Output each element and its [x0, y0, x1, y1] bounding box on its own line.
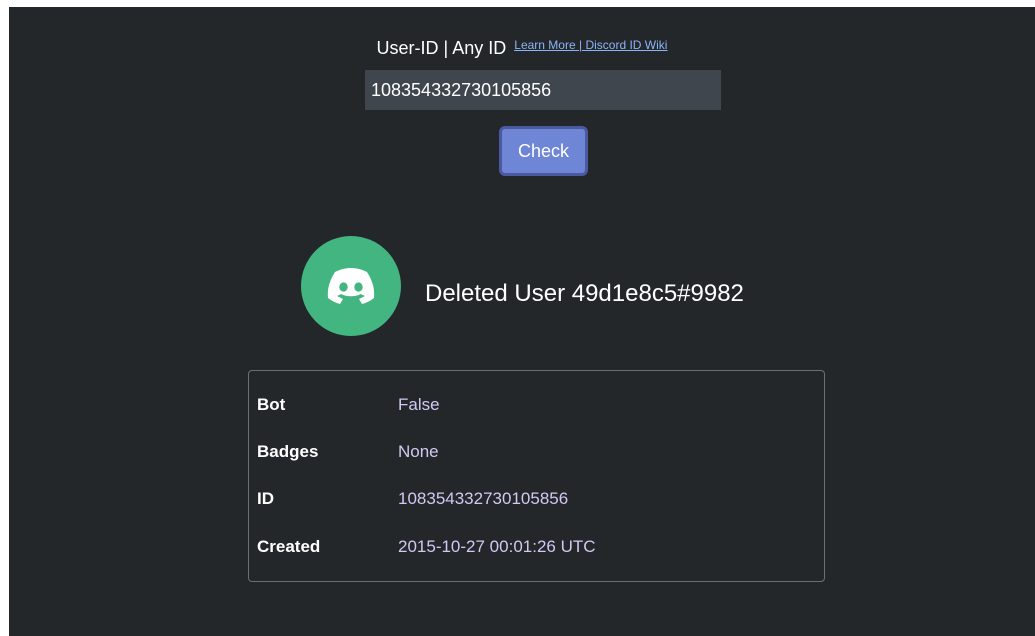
detail-key: Bot — [257, 395, 286, 414]
discord-id-wiki-link[interactable]: Discord ID Wiki — [585, 38, 667, 52]
link-separator: | — [575, 38, 586, 52]
input-label: User-ID | Any ID — [376, 38, 507, 58]
detail-key: Created — [257, 537, 321, 556]
detail-value: 108354332730105856 — [398, 489, 569, 508]
user-id-input[interactable] — [365, 70, 721, 110]
discord-logo-icon — [327, 268, 375, 304]
lookup-panel: User-ID | Any ID Learn More | Discord ID… — [9, 7, 1035, 636]
detail-value: None — [398, 442, 439, 461]
detail-value: False — [398, 395, 440, 414]
username: Deleted User 49d1e8c5#9982 — [425, 280, 744, 307]
avatar — [301, 236, 401, 336]
detail-key: Badges — [257, 442, 319, 461]
learn-more-link[interactable]: Learn More — [514, 38, 575, 52]
input-label-line: User-ID | Any ID Learn More | Discord ID… — [9, 37, 1035, 61]
check-button[interactable]: Check — [499, 126, 588, 176]
detail-key: ID — [257, 489, 274, 508]
help-links: Learn More | Discord ID Wiki — [514, 38, 667, 52]
user-details-table: Bot False Badges None ID 108354332730105… — [248, 370, 825, 582]
detail-value: 2015-10-27 00:01:26 UTC — [398, 537, 596, 556]
